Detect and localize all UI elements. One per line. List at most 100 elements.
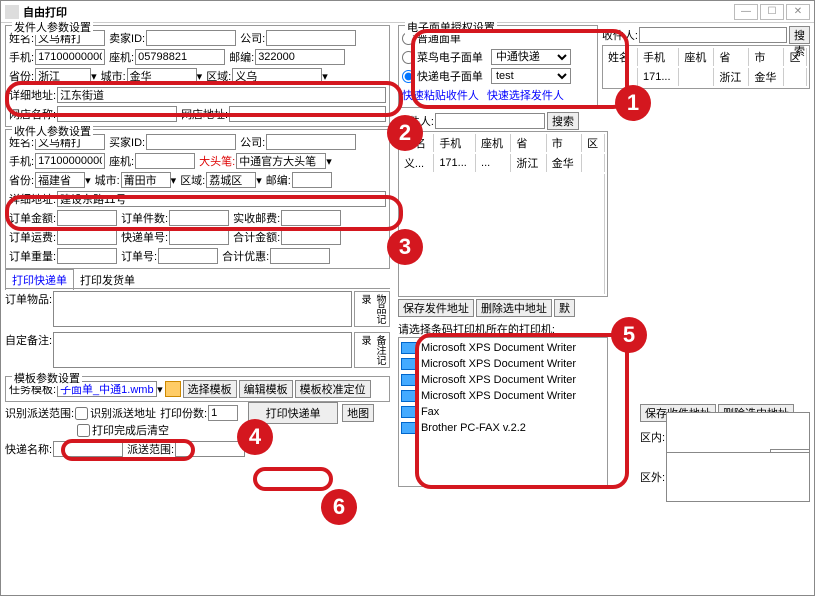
express-no[interactable]: [169, 229, 229, 245]
edit-template-button[interactable]: 编辑模板: [239, 380, 293, 398]
label: 打印份数:: [160, 405, 207, 421]
order-amt[interactable]: [57, 210, 117, 226]
default-button[interactable]: 默: [554, 299, 575, 317]
postage[interactable]: [281, 210, 341, 226]
chevron-down-icon[interactable]: ▾: [322, 70, 328, 83]
close-button[interactable]: ✕: [786, 4, 810, 20]
calibrate-button[interactable]: 模板校准定位: [295, 380, 371, 398]
recognize-addr-check[interactable]: [75, 407, 88, 420]
label: 区外:: [640, 469, 665, 485]
clear-after-print-check[interactable]: [77, 424, 90, 437]
quick-sender-link[interactable]: 快速选择发件人: [487, 87, 564, 103]
weight[interactable]: [57, 248, 117, 264]
ship-fee[interactable]: [57, 229, 117, 245]
recv-phone[interactable]: [35, 153, 105, 169]
printer-item[interactable]: Microsoft XPS Document Writer: [401, 356, 605, 372]
label: 手机:: [9, 49, 34, 65]
label: 自定备注:: [5, 332, 52, 348]
recv-company[interactable]: [266, 134, 356, 150]
shop-url[interactable]: [229, 106, 386, 122]
printer-item[interactable]: Microsoft XPS Document Writer: [401, 372, 605, 388]
label: 订单运费:: [9, 229, 56, 245]
recv-addr[interactable]: [57, 191, 386, 207]
order-qty[interactable]: [169, 210, 229, 226]
chevron-down-icon[interactable]: ▾: [85, 174, 91, 187]
label: 区内:: [640, 429, 665, 445]
sender-tel[interactable]: [135, 49, 225, 65]
max-button[interactable]: ☐: [760, 4, 784, 20]
callout-3: 3: [387, 229, 423, 265]
chevron-down-icon[interactable]: ▾: [157, 383, 163, 396]
bigpen[interactable]: [236, 153, 326, 169]
recv-search-input[interactable]: [639, 27, 787, 43]
label: 网店名称:: [9, 106, 56, 122]
sender-zip[interactable]: [255, 49, 345, 65]
delivery-range[interactable]: [175, 441, 245, 457]
printer-item[interactable]: Microsoft XPS Document Writer: [401, 388, 605, 404]
recv-search-button[interactable]: 搜索: [789, 26, 810, 44]
label: 省份:: [9, 172, 34, 188]
callout-4: 4: [237, 419, 273, 455]
recv-tel[interactable]: [135, 153, 195, 169]
chevron-down-icon[interactable]: ▾: [256, 174, 262, 187]
sender-company[interactable]: [266, 30, 356, 46]
callout-6: 6: [321, 489, 357, 525]
paste-recv-link[interactable]: 快速粘贴收件人: [402, 87, 479, 103]
sender-dist[interactable]: [232, 68, 322, 84]
sender-phone[interactable]: [35, 49, 105, 65]
shop-name[interactable]: [57, 106, 177, 122]
recv-prov[interactable]: [35, 172, 85, 188]
printer-item[interactable]: Fax: [401, 404, 605, 420]
sender-city[interactable]: [127, 68, 197, 84]
choose-template-button[interactable]: 选择模板: [183, 380, 237, 398]
send-search-button[interactable]: 搜索: [547, 112, 579, 130]
buyer-id[interactable]: [146, 134, 236, 150]
out-area[interactable]: [666, 452, 810, 502]
table-row[interactable]: 义...171......浙江金华: [401, 154, 605, 172]
carrier-select[interactable]: 中通快递: [491, 49, 571, 65]
express-radio[interactable]: [402, 70, 415, 83]
seller-id[interactable]: [146, 30, 236, 46]
total[interactable]: [281, 229, 341, 245]
min-button[interactable]: —: [734, 4, 758, 20]
recv-dist[interactable]: [206, 172, 256, 188]
printer-icon: [401, 422, 417, 434]
label: 省份:: [9, 68, 34, 84]
label: 手机:: [9, 153, 34, 169]
remark-history-button[interactable]: 备注记录: [354, 332, 390, 368]
sender-prov[interactable]: [35, 68, 91, 84]
label: 收件人:: [602, 27, 638, 43]
goods-input[interactable]: [53, 291, 352, 327]
label: 邮编:: [229, 49, 254, 65]
printer-item[interactable]: Brother PC-FAX v.2.2: [401, 420, 605, 436]
order-no[interactable]: [158, 248, 218, 264]
chevron-down-icon[interactable]: ▾: [91, 70, 97, 83]
express-name[interactable]: [53, 441, 123, 457]
label: 订单件数:: [121, 210, 168, 226]
label: 快递电子面单: [417, 68, 483, 84]
sender-addr[interactable]: [57, 87, 386, 103]
goods-history-button[interactable]: 物品记录: [354, 291, 390, 327]
table-row[interactable]: 171...浙江金华: [605, 68, 807, 86]
cainiao-radio[interactable]: [402, 51, 415, 64]
remark-input[interactable]: [53, 332, 352, 368]
chevron-down-icon[interactable]: ▾: [326, 155, 332, 168]
folder-icon[interactable]: [165, 381, 181, 397]
printer-item[interactable]: Microsoft XPS Document Writer: [401, 340, 605, 356]
label: 区域:: [206, 68, 231, 84]
tab-express[interactable]: 打印快递单: [5, 269, 74, 290]
receiver-group: 收件人参数设置 姓名: 买家ID: 公司: 手机: 座机: 大头笔: ▾ 省份:…: [5, 129, 390, 269]
chevron-down-icon[interactable]: ▾: [197, 70, 203, 83]
chevron-down-icon[interactable]: ▾: [171, 174, 177, 187]
copies-input[interactable]: [208, 405, 238, 421]
account-select[interactable]: test: [491, 68, 571, 84]
recv-city[interactable]: [121, 172, 171, 188]
send-search-input[interactable]: [435, 113, 545, 129]
recv-table: 姓名手机座机省市区 171...浙江金华: [602, 45, 810, 89]
discount[interactable]: [270, 248, 330, 264]
recv-zip[interactable]: [292, 172, 332, 188]
tab-delivery[interactable]: 打印发货单: [74, 270, 141, 290]
del-sender-button[interactable]: 删除选中地址: [476, 299, 552, 317]
save-sender-button[interactable]: 保存发件地址: [398, 299, 474, 317]
map-button[interactable]: 地图: [342, 404, 374, 422]
